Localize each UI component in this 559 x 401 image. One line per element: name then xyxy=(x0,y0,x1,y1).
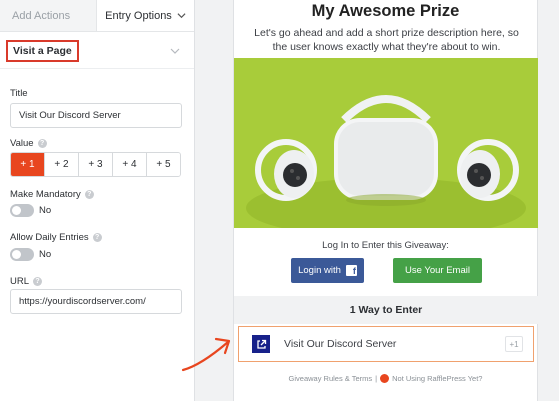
prize-image xyxy=(234,58,538,228)
daily-entries-label: Allow Daily Entries ? xyxy=(10,232,102,243)
panel-tabs: Add Actions Entry Options xyxy=(0,0,194,32)
daily-entries-label-text: Allow Daily Entries xyxy=(10,232,89,243)
prize-description: Let's go ahead and add a short prize des… xyxy=(254,27,519,53)
daily-entries-toggle-row: No xyxy=(10,248,51,261)
ways-to-enter-text: 1 Way to Enter xyxy=(349,304,423,316)
value-button-group: + 1 + 2 + 3 + 4 + 5 xyxy=(10,152,181,177)
entry-action-visit-page[interactable]: Visit Our Discord Server +1 xyxy=(238,326,534,362)
value-option-2[interactable]: + 2 xyxy=(45,153,79,176)
pointer-arrow-icon xyxy=(181,337,231,372)
external-link-icon xyxy=(252,335,270,353)
tab-entry-options-label: Entry Options xyxy=(105,9,172,22)
daily-entries-toggle[interactable] xyxy=(10,248,34,261)
rafflepress-logo-icon xyxy=(380,374,390,383)
value-label-text: Value xyxy=(10,138,34,149)
footer-separator: | xyxy=(375,374,378,383)
chevron-down-icon[interactable] xyxy=(170,46,180,56)
widget-footer: Giveaway Rules & Terms | Not Using Raffl… xyxy=(234,374,537,383)
title-label: Title xyxy=(10,88,28,99)
entry-action-text: Visit Our Discord Server xyxy=(284,338,397,350)
section-header-visit-page[interactable]: Visit a Page xyxy=(0,33,194,69)
url-label: URL ? xyxy=(10,276,43,287)
prize-title: My Awesome Prize xyxy=(311,2,460,20)
title-input[interactable]: Visit Our Discord Server xyxy=(10,103,182,128)
value-option-4[interactable]: + 4 xyxy=(113,153,147,176)
chevron-down-icon xyxy=(177,13,186,19)
daily-entries-toggle-state: No xyxy=(39,249,52,260)
url-input-value: https://yourdiscordserver.com/ xyxy=(19,296,146,307)
tab-entry-options[interactable]: Entry Options xyxy=(97,0,194,31)
value-option-5[interactable]: + 5 xyxy=(147,153,180,176)
value-option-1[interactable]: + 1 xyxy=(11,153,45,176)
vr-headset-illustration xyxy=(234,58,538,228)
title-label-text: Title xyxy=(10,88,28,99)
value-option-3[interactable]: + 3 xyxy=(79,153,113,176)
rules-link[interactable]: Giveaway Rules & Terms xyxy=(289,374,373,383)
ways-to-enter-header: 1 Way to Enter xyxy=(234,296,538,324)
facebook-icon: f xyxy=(345,265,357,276)
login-email-button[interactable]: Use Your Email xyxy=(393,258,482,283)
mandatory-toggle-state: No xyxy=(39,205,52,216)
login-facebook-label: Login with xyxy=(298,265,341,276)
giveaway-preview: My Awesome Prize Let's go ahead and add … xyxy=(233,0,538,401)
tab-add-actions-label: Add Actions xyxy=(12,9,71,22)
login-email-label: Use Your Email xyxy=(405,265,470,276)
login-facebook-button[interactable]: Login with f xyxy=(291,258,364,283)
help-circle-icon[interactable]: ? xyxy=(84,190,94,199)
login-prompt: Log In to Enter this Giveaway: xyxy=(322,240,449,251)
url-label-text: URL xyxy=(10,276,30,287)
mandatory-label: Make Mandatory ? xyxy=(10,189,94,200)
mandatory-label-text: Make Mandatory xyxy=(10,189,81,200)
tab-add-actions[interactable]: Add Actions xyxy=(0,0,97,31)
title-input-value: Visit Our Discord Server xyxy=(19,110,121,121)
help-circle-icon[interactable]: ? xyxy=(33,277,43,286)
url-input[interactable]: https://yourdiscordserver.com/ xyxy=(10,289,182,314)
rafflepress-link[interactable]: Not Using RafflePress Yet? xyxy=(392,374,482,383)
section-title: Visit a Page xyxy=(6,39,79,62)
help-circle-icon[interactable]: ? xyxy=(92,233,102,242)
mandatory-toggle-row: No xyxy=(10,204,51,217)
entry-points-badge: +1 xyxy=(505,336,523,352)
entry-settings-panel: Add Actions Entry Options Visit a Page T… xyxy=(0,0,195,401)
mandatory-toggle[interactable] xyxy=(10,204,34,217)
help-circle-icon[interactable]: ? xyxy=(37,139,47,148)
value-label: Value ? xyxy=(10,138,47,149)
